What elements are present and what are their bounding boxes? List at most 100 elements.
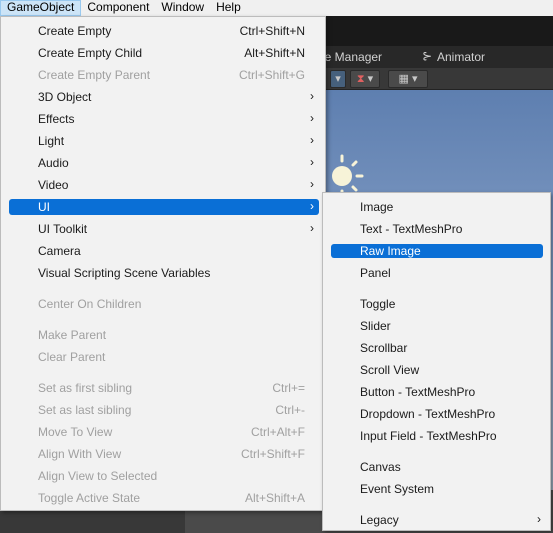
menu-item-video[interactable]: Video ›: [9, 174, 319, 196]
submenu-item-label: Input Field - TextMeshPro: [360, 429, 497, 443]
menu-item-label: Clear Parent: [38, 350, 106, 364]
menu-item-label: Align With View: [38, 447, 122, 461]
menu-window[interactable]: Window: [155, 0, 210, 16]
menu-item-ui-toolkit[interactable]: UI Toolkit ›: [9, 218, 319, 240]
menu-item-label: Set as first sibling: [38, 381, 133, 395]
tab-package-manager[interactable]: ge Manager: [318, 50, 382, 64]
menu-item-label: Center On Children: [38, 297, 142, 311]
submenu-item-label: Button - TextMeshPro: [360, 385, 476, 399]
submenu-item-legacy[interactable]: Legacy ›: [331, 509, 543, 531]
submenu-item-panel[interactable]: Panel: [331, 262, 543, 284]
submenu-item-event-system[interactable]: Event System: [331, 478, 543, 500]
chevron-right-icon: ›: [310, 133, 314, 147]
menu-item-label: Light: [38, 134, 65, 148]
menu-item-label: Video: [38, 178, 69, 192]
gizmo-toggle[interactable]: ⧗ ▾: [350, 70, 380, 88]
menu-item-label: 3D Object: [38, 90, 92, 104]
menu-item-label: Create Empty Child: [38, 46, 143, 60]
menu-item-label: Set as last sibling: [38, 403, 132, 417]
menu-item-audio[interactable]: Audio ›: [9, 152, 319, 174]
gameobject-menu: Create Empty Ctrl+Shift+N Create Empty C…: [0, 16, 326, 511]
menu-item-shortcut: Ctrl+Shift+G: [238, 68, 305, 82]
menu-item-align-view-to-selected: Align View to Selected: [9, 465, 319, 487]
submenu-item-scroll-view[interactable]: Scroll View: [331, 359, 543, 381]
grid-icon: ▦: [398, 73, 409, 85]
submenu-item-label: Scroll View: [360, 363, 420, 377]
submenu-item-text-textmeshpro[interactable]: Text - TextMeshPro: [331, 218, 543, 240]
menu-item-shortcut: Ctrl+-: [275, 403, 305, 417]
menu-item-camera[interactable]: Camera: [9, 240, 319, 262]
menu-item-shortcut: Ctrl+Alt+F: [250, 425, 305, 439]
submenu-item-toggle[interactable]: Toggle: [331, 293, 543, 315]
menu-item-3d-object[interactable]: 3D Object ›: [9, 86, 319, 108]
submenu-item-label: Text - TextMeshPro: [360, 222, 463, 236]
menu-item-shortcut: Alt+Shift+A: [244, 491, 305, 505]
menu-item-create-empty[interactable]: Create Empty Ctrl+Shift+N: [9, 20, 319, 42]
submenu-item-label: Legacy: [360, 513, 399, 527]
menu-component[interactable]: Component: [81, 0, 155, 16]
menu-item-label: Align View to Selected: [38, 469, 158, 483]
grid-toggle[interactable]: ▦ ▾: [388, 70, 428, 88]
submenu-item-label: Dropdown - TextMeshPro: [360, 407, 496, 421]
menu-item-label: UI Toolkit: [38, 222, 88, 236]
menu-item-shortcut: Ctrl+Shift+N: [239, 24, 305, 38]
submenu-item-label: Canvas: [360, 460, 401, 474]
menu-item-label: Create Empty Parent: [38, 68, 151, 82]
menu-item-create-empty-parent: Create Empty Parent Ctrl+Shift+G: [9, 64, 319, 86]
submenu-item-label: Slider: [360, 319, 391, 333]
menu-item-effects[interactable]: Effects ›: [9, 108, 319, 130]
menu-help[interactable]: Help: [210, 0, 247, 16]
menu-item-label: Audio: [38, 156, 69, 170]
tab-animator[interactable]: Animator: [437, 50, 485, 64]
chevron-right-icon: ›: [310, 111, 314, 125]
gizmo-icon: ⧗: [356, 73, 365, 85]
scene-toolbar: ▾ ⧗ ▾ ▦ ▾: [300, 68, 553, 90]
menu-gameobject[interactable]: GameObject: [0, 0, 82, 16]
submenu-item-label: Panel: [360, 266, 391, 280]
chevron-right-icon: ›: [310, 199, 314, 213]
menu-item-label: Create Empty: [38, 24, 112, 38]
chevron-right-icon: ›: [310, 155, 314, 169]
submenu-item-dropdown-textmeshpro[interactable]: Dropdown - TextMeshPro: [331, 403, 543, 425]
submenu-item-label: Image: [360, 200, 394, 214]
chevron-right-icon: ›: [310, 177, 314, 191]
submenu-item-raw-image[interactable]: Raw Image: [331, 244, 543, 258]
menubar: GameObject Component Window Help: [0, 0, 553, 16]
menu-item-move-to-view: Move To View Ctrl+Alt+F: [9, 421, 319, 443]
menu-item-toggle-active-state: Toggle Active State Alt+Shift+A: [9, 487, 319, 509]
animator-icon: ⊱: [422, 49, 433, 63]
menu-item-set-last-sibling: Set as last sibling Ctrl+-: [9, 399, 319, 421]
menu-item-clear-parent: Clear Parent: [9, 346, 319, 368]
menu-item-create-empty-child[interactable]: Create Empty Child Alt+Shift+N: [9, 42, 319, 64]
menu-item-center-on-children: Center On Children: [9, 293, 319, 315]
menu-item-label: Visual Scripting Scene Variables: [38, 266, 211, 280]
submenu-item-scrollbar[interactable]: Scrollbar: [331, 337, 543, 359]
submenu-item-input-field-textmeshpro[interactable]: Input Field - TextMeshPro: [331, 425, 543, 447]
dropdown-arrow-icon[interactable]: ▾: [330, 70, 346, 88]
menu-item-shortcut: Ctrl+Shift+F: [240, 447, 305, 461]
menu-item-shortcut: Alt+Shift+N: [244, 46, 305, 60]
menu-item-label: UI: [38, 200, 50, 214]
menu-item-ui[interactable]: UI ›: [9, 199, 319, 215]
chevron-right-icon: ›: [537, 512, 541, 526]
menu-item-set-first-sibling: Set as first sibling Ctrl+=: [9, 377, 319, 399]
submenu-item-canvas[interactable]: Canvas: [331, 456, 543, 478]
menu-item-make-parent: Make Parent: [9, 324, 319, 346]
submenu-item-label: Raw Image: [360, 244, 421, 258]
submenu-item-slider[interactable]: Slider: [331, 315, 543, 337]
menu-item-shortcut: Ctrl+=: [272, 381, 305, 395]
menu-item-align-with-view: Align With View Ctrl+Shift+F: [9, 443, 319, 465]
menu-item-label: Move To View: [38, 425, 113, 439]
menu-item-visual-scripting-scene-variables[interactable]: Visual Scripting Scene Variables: [9, 262, 319, 284]
submenu-item-button-textmeshpro[interactable]: Button - TextMeshPro: [331, 381, 543, 403]
chevron-right-icon: ›: [310, 221, 314, 235]
ui-submenu: Image Text - TextMeshPro Raw Image Panel…: [322, 192, 551, 531]
submenu-item-label: Toggle: [360, 297, 396, 311]
submenu-item-label: Scrollbar: [360, 341, 408, 355]
menu-item-light[interactable]: Light ›: [9, 130, 319, 152]
chevron-right-icon: ›: [310, 89, 314, 103]
menu-item-label: Toggle Active State: [38, 491, 141, 505]
menu-item-label: Camera: [38, 244, 81, 258]
menu-item-label: Effects: [38, 112, 75, 126]
submenu-item-image[interactable]: Image: [331, 196, 543, 218]
